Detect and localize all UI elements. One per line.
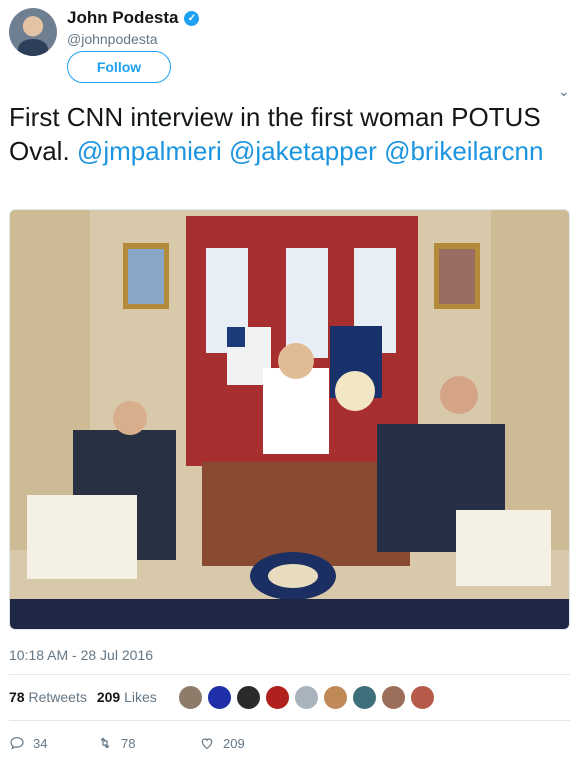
chevron-down-icon[interactable]: ⌄ [558, 84, 570, 98]
mention-link[interactable]: @jaketapper [229, 136, 377, 166]
tweet-timestamp[interactable]: 10:18 AM - 28 Jul 2016 [9, 647, 153, 663]
liker-avatar[interactable] [410, 685, 435, 710]
tweet-photo[interactable] [9, 209, 570, 630]
liker-avatars [178, 685, 435, 710]
retweets-count: 78 [9, 689, 25, 705]
liker-avatar[interactable] [207, 685, 232, 710]
divider [9, 674, 570, 675]
retweets-label: Retweets [28, 689, 87, 705]
author-handle[interactable]: @johnpodesta [67, 31, 158, 47]
liker-avatar[interactable] [178, 685, 203, 710]
tweet-actions: 34 78 209 [9, 735, 245, 751]
liker-avatar[interactable] [323, 685, 348, 710]
follow-button[interactable]: Follow [67, 51, 171, 83]
tweet-text: First CNN interview in the first woman P… [9, 100, 564, 168]
likes-count: 209 [96, 689, 121, 705]
author-avatar[interactable] [9, 8, 57, 56]
reply-button[interactable]: 34 [9, 735, 97, 751]
liker-avatar[interactable] [265, 685, 290, 710]
reply-icon [10, 737, 24, 750]
mention-link[interactable]: @jmpalmieri [77, 136, 222, 166]
author-name[interactable]: John Podesta [67, 8, 178, 28]
liker-avatar[interactable] [294, 685, 319, 710]
divider [9, 720, 570, 721]
retweets-stat[interactable]: 78 Retweets [9, 689, 87, 705]
like-button[interactable]: 209 [199, 735, 245, 751]
liker-avatar[interactable] [352, 685, 377, 710]
liker-avatar[interactable] [381, 685, 406, 710]
like-count: 209 [223, 735, 245, 751]
verified-badge-icon: ✓ [184, 10, 200, 26]
tweet-header: John Podesta ✓ @johnpodesta Follow ⌄ [0, 0, 576, 98]
oval-office-photo [10, 210, 569, 629]
engagement-stats: 78 Retweets 209 Likes [9, 689, 157, 705]
likes-stat[interactable]: 209 Likes [97, 689, 157, 705]
retweet-button[interactable]: 78 [97, 735, 199, 751]
author-name-row: John Podesta ✓ [67, 8, 200, 28]
likes-label: Likes [124, 689, 157, 705]
liker-avatar[interactable] [236, 685, 261, 710]
heart-icon [201, 738, 213, 750]
mention-link[interactable]: @brikeilarcnn [384, 136, 543, 166]
retweet-icon [100, 737, 110, 749]
retweet-count: 78 [121, 735, 136, 751]
reply-count: 34 [33, 735, 48, 751]
